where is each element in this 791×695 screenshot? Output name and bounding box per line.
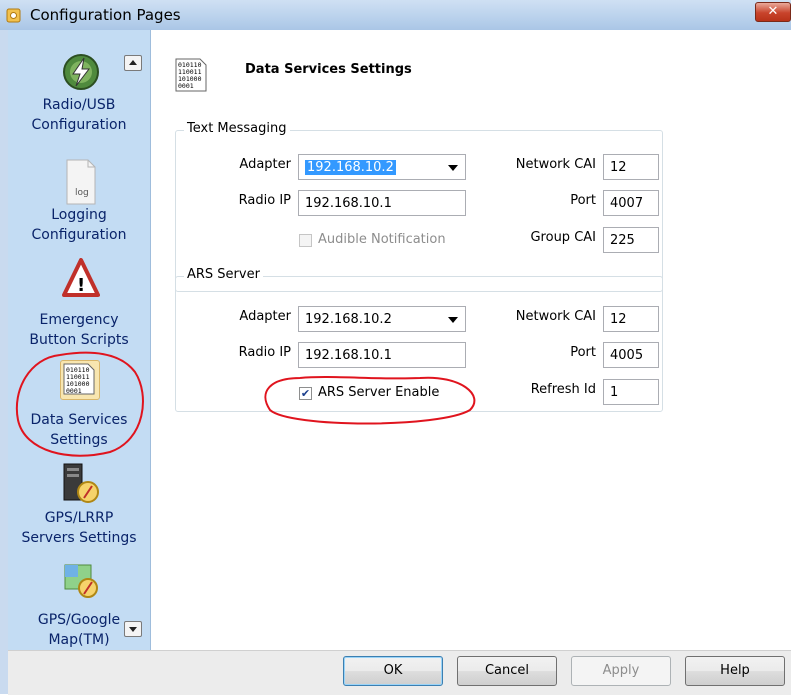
annotation-circle-sidebar [15,351,144,457]
annotation-overlay [15,351,476,457]
annotation-circle-checkbox [264,376,476,425]
ok-button[interactable]: OK [343,656,443,686]
help-button[interactable]: Help [685,656,785,686]
apply-button[interactable]: Apply [571,656,671,686]
cancel-button[interactable]: Cancel [457,656,557,686]
